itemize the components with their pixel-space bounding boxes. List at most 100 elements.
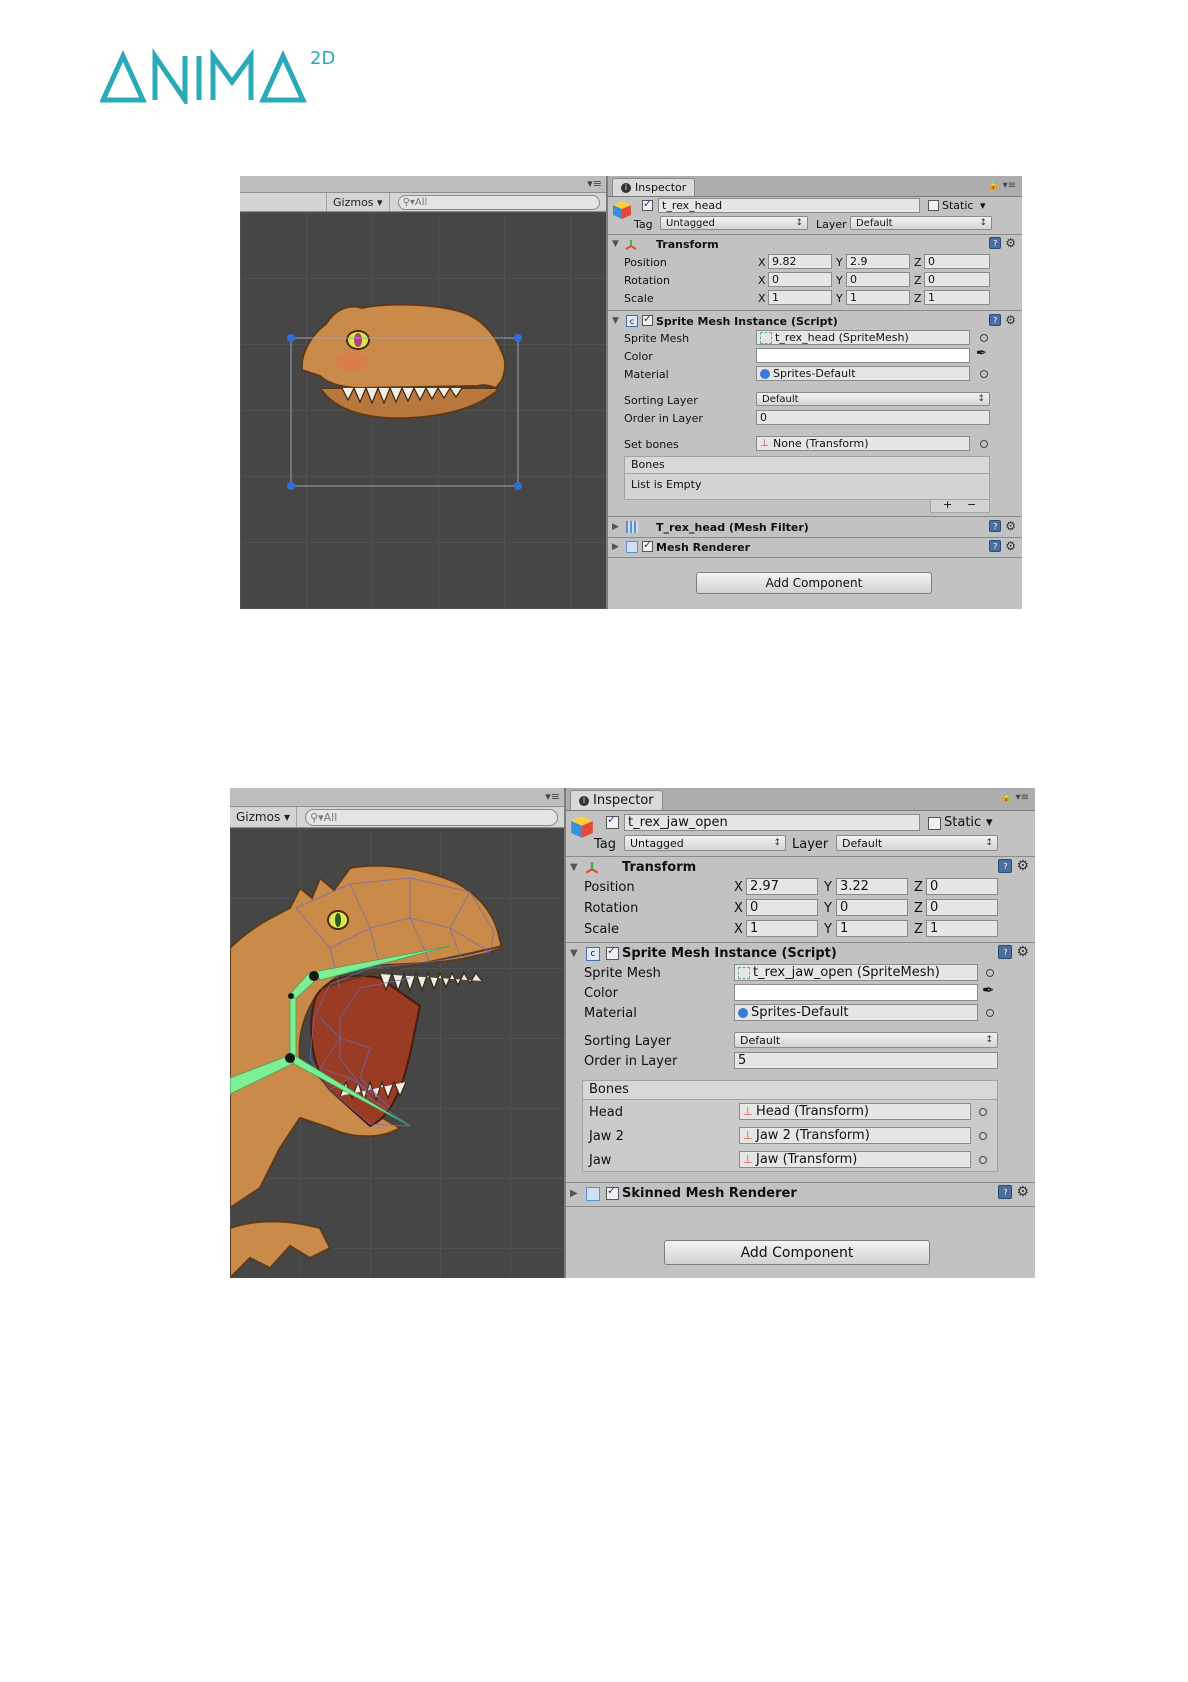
foldout-arrow-icon[interactable]: ▶: [570, 1188, 578, 1199]
smi-title[interactable]: Sprite Mesh Instance (Script): [656, 315, 838, 328]
scene-grid[interactable]: [240, 212, 606, 609]
lock-menu-icon[interactable]: 🔒 ▾≡: [1000, 792, 1029, 803]
add-element-button[interactable]: +: [943, 498, 952, 511]
scale-y-input[interactable]: 1: [846, 290, 910, 305]
eyedropper-icon[interactable]: ✒: [982, 981, 995, 999]
eyedropper-icon[interactable]: ✒: [976, 346, 987, 361]
smi-enabled-checkbox[interactable]: [642, 312, 653, 326]
remove-element-button[interactable]: −: [967, 498, 976, 511]
scale-x-input[interactable]: 1: [746, 920, 818, 937]
skinned-renderer-checkbox[interactable]: [606, 1184, 619, 1200]
help-icon[interactable]: ?: [989, 540, 1002, 552]
smi-title[interactable]: Sprite Mesh Instance (Script): [622, 946, 837, 961]
gear-icon[interactable]: ⚙: [1005, 540, 1016, 552]
layer-dropdown[interactable]: Default: [850, 216, 992, 230]
tab-inspector[interactable]: i Inspector: [570, 790, 663, 810]
gear-icon[interactable]: ⚙: [1005, 237, 1016, 249]
material-field[interactable]: Sprites-Default: [756, 366, 970, 381]
foldout-arrow-icon[interactable]: ▼: [570, 948, 578, 959]
sorting-layer-dropdown[interactable]: Default: [734, 1032, 998, 1048]
skinned-renderer-title[interactable]: Skinned Mesh Renderer: [622, 1186, 797, 1201]
scene-view[interactable]: ▾≡ Gizmos ▾ ⚲▾ All: [240, 176, 606, 609]
t-rex-jaw-sprite[interactable]: [230, 828, 564, 1278]
tab-inspector[interactable]: i Inspector: [612, 178, 696, 196]
material-field[interactable]: Sprites-Default: [734, 1004, 978, 1021]
mesh-filter-title[interactable]: T_rex_head (Mesh Filter): [656, 521, 809, 534]
scale-z-input[interactable]: 1: [924, 290, 990, 305]
foldout-arrow-icon[interactable]: ▶: [612, 542, 619, 552]
object-name-input[interactable]: t_rex_head: [658, 198, 920, 213]
mesh-renderer-title[interactable]: Mesh Renderer: [656, 541, 750, 554]
object-name-input[interactable]: t_rex_jaw_open: [624, 814, 920, 831]
smi-enabled-checkbox[interactable]: [606, 944, 619, 960]
rotation-z-input[interactable]: 0: [924, 272, 990, 287]
scene-grid[interactable]: [230, 828, 564, 1278]
foldout-arrow-icon[interactable]: ▼: [612, 316, 619, 326]
help-icon[interactable]: ?: [998, 859, 1013, 873]
active-checkbox[interactable]: [642, 197, 653, 211]
active-checkbox[interactable]: [606, 813, 619, 829]
object-picker-icon[interactable]: [979, 1108, 987, 1116]
gear-icon[interactable]: ⚙: [1005, 314, 1016, 326]
position-y-input[interactable]: 3.22: [836, 878, 908, 895]
object-picker-icon[interactable]: [986, 1009, 994, 1017]
gear-icon[interactable]: ⚙: [1016, 1185, 1029, 1199]
help-icon[interactable]: ?: [989, 314, 1002, 326]
color-field[interactable]: [734, 984, 978, 1001]
rotation-y-input[interactable]: 0: [846, 272, 910, 287]
object-picker-icon[interactable]: [979, 1132, 987, 1140]
set-bones-field[interactable]: ⊥ None (Transform): [756, 436, 970, 451]
gizmos-dropdown[interactable]: Gizmos ▾: [326, 193, 390, 211]
foldout-arrow-icon[interactable]: ▶: [612, 522, 619, 532]
t-rex-head-sprite[interactable]: [240, 212, 606, 609]
rotation-x-input[interactable]: 0: [746, 899, 818, 916]
scale-z-input[interactable]: 1: [926, 920, 998, 937]
object-picker-icon[interactable]: [986, 969, 994, 977]
order-in-layer-input[interactable]: 0: [756, 410, 990, 425]
sprite-mesh-field[interactable]: t_rex_jaw_open (SpriteMesh): [734, 964, 978, 981]
rotation-z-input[interactable]: 0: [926, 899, 998, 916]
lock-menu-icon[interactable]: 🔒 ▾≡: [987, 180, 1016, 191]
transform-title[interactable]: Transform: [622, 860, 696, 875]
tag-dropdown[interactable]: Untagged: [624, 835, 786, 851]
bone-head-field[interactable]: ⊥ Head (Transform): [739, 1103, 971, 1120]
add-component-button[interactable]: Add Component: [664, 1240, 930, 1265]
sprite-mesh-field[interactable]: t_rex_head (SpriteMesh): [756, 330, 970, 345]
transform-title[interactable]: Transform: [656, 238, 719, 251]
object-picker-icon[interactable]: [980, 440, 988, 448]
layer-dropdown[interactable]: Default: [836, 835, 998, 851]
bone-jaw2-field[interactable]: ⊥ Jaw 2 (Transform): [739, 1127, 971, 1144]
position-y-input[interactable]: 2.9: [846, 254, 910, 269]
position-x-input[interactable]: 2.97: [746, 878, 818, 895]
static-checkbox[interactable]: [928, 200, 939, 211]
bone-jaw-field[interactable]: ⊥ Jaw (Transform): [739, 1151, 971, 1168]
position-z-input[interactable]: 0: [926, 878, 998, 895]
foldout-arrow-icon[interactable]: ▼: [570, 862, 578, 873]
foldout-arrow-icon[interactable]: ▼: [612, 239, 619, 249]
object-picker-icon[interactable]: [980, 334, 988, 342]
gear-icon[interactable]: ⚙: [1016, 859, 1029, 873]
rotation-x-input[interactable]: 0: [768, 272, 832, 287]
color-field[interactable]: [756, 348, 970, 363]
order-in-layer-input[interactable]: 5: [734, 1052, 998, 1069]
object-picker-icon[interactable]: [979, 1156, 987, 1164]
position-x-input[interactable]: 9.82: [768, 254, 832, 269]
help-icon[interactable]: ?: [998, 1185, 1013, 1199]
rotation-y-input[interactable]: 0: [836, 899, 908, 916]
sorting-layer-dropdown[interactable]: Default: [756, 392, 990, 406]
object-picker-icon[interactable]: [980, 370, 988, 378]
gear-icon[interactable]: ⚙: [1005, 520, 1016, 532]
help-icon[interactable]: ?: [998, 945, 1013, 959]
position-z-input[interactable]: 0: [924, 254, 990, 269]
panel-menu-icon[interactable]: ▾≡: [545, 790, 560, 803]
search-input[interactable]: ⚲▾ All: [397, 194, 600, 210]
scale-y-input[interactable]: 1: [836, 920, 908, 937]
help-icon[interactable]: ?: [989, 237, 1002, 249]
static-checkbox[interactable]: [928, 817, 941, 830]
add-component-button[interactable]: Add Component: [696, 572, 932, 594]
mesh-renderer-checkbox[interactable]: [642, 538, 653, 552]
static-dropdown-icon[interactable]: ▾: [986, 815, 993, 830]
gizmos-dropdown[interactable]: Gizmos ▾: [230, 807, 298, 827]
panel-menu-icon[interactable]: ▾≡: [587, 177, 602, 190]
help-icon[interactable]: ?: [989, 520, 1002, 532]
